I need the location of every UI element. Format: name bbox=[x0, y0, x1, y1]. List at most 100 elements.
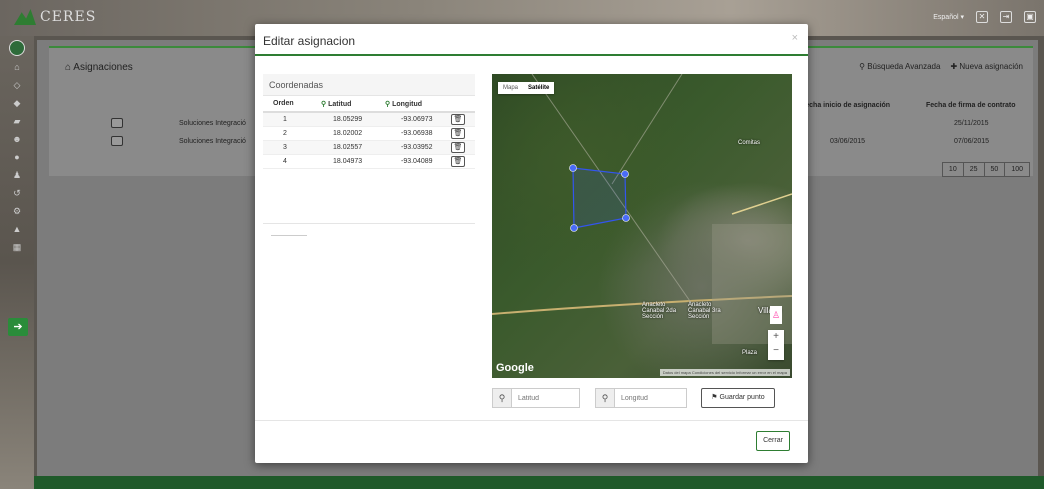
modal-title: Editar asignacion bbox=[263, 34, 356, 48]
map-place-label: Anacleto Canabal 2da Sección bbox=[642, 302, 677, 320]
trash-icon[interactable]: 🗑 bbox=[451, 142, 465, 153]
row-company: Soluciones Integració bbox=[179, 138, 246, 145]
latitude-input[interactable] bbox=[512, 388, 580, 408]
assignment-polygon[interactable] bbox=[572, 167, 627, 229]
row-edit-icon[interactable] bbox=[111, 136, 123, 146]
footer bbox=[34, 476, 1044, 489]
table-row: 1 18.05299 -93.06973 🗑 bbox=[263, 113, 475, 127]
home-icon[interactable]: ⌂ bbox=[7, 62, 27, 74]
page-size-option[interactable]: 100 bbox=[1004, 162, 1030, 177]
cell-longitude: -93.04089 bbox=[401, 158, 433, 165]
row-company: Soluciones Integració bbox=[179, 120, 246, 127]
user-avatar-icon[interactable] bbox=[9, 40, 25, 56]
longitude-input[interactable] bbox=[615, 388, 687, 408]
gears-icon[interactable]: ⚙ bbox=[7, 206, 27, 218]
row-sign-date: 07/06/2015 bbox=[954, 138, 990, 145]
top-right-toolbar: Español ▾ ✕ ⇥ ▣ bbox=[933, 11, 1036, 23]
arrow-right-circle-icon[interactable]: ➔ bbox=[8, 318, 28, 336]
page-actions: ⚲ Búsqueda Avanzada ✚ Nueva asignación bbox=[859, 62, 1023, 71]
modal-header: Editar asignacion × bbox=[255, 24, 808, 56]
urban-area bbox=[712, 224, 792, 344]
new-assignment-link[interactable]: ✚ Nueva asignación bbox=[950, 62, 1023, 71]
cell-latitude: 18.02002 bbox=[333, 130, 363, 137]
divider bbox=[271, 235, 307, 236]
map-attribution[interactable]: Datos del mapa Condiciones del servicio … bbox=[659, 369, 790, 376]
zoom-in-button[interactable]: + bbox=[768, 330, 784, 344]
google-logo: Google bbox=[496, 362, 534, 374]
logo-mountain-icon bbox=[14, 9, 36, 25]
warning-icon[interactable]: ▲ bbox=[7, 224, 27, 236]
row-start-date: 03/06/2015 bbox=[830, 138, 866, 145]
modal-footer: Cerrar bbox=[255, 420, 808, 463]
header-latitude: ⚲ Latitud bbox=[321, 101, 352, 108]
satellite-map[interactable]: Mapa Satélite Comitas Villahe Plaza Anac… bbox=[492, 74, 792, 378]
header-order: Orden bbox=[273, 100, 294, 107]
polygon-vertex[interactable] bbox=[622, 214, 630, 222]
zoom-out-button[interactable]: − bbox=[768, 344, 784, 358]
page-size-option[interactable]: 25 bbox=[962, 162, 985, 177]
longitude-input-group: ⚲ bbox=[595, 388, 687, 408]
zoom-control: + − bbox=[768, 330, 784, 360]
polygon-vertex[interactable] bbox=[621, 170, 629, 178]
column-header-sign-date[interactable]: Fecha de firma de contrato bbox=[926, 102, 1015, 109]
table-row: 3 18.02557 -93.03952 🗑 bbox=[263, 141, 475, 155]
trash-icon[interactable]: 🗑 bbox=[451, 114, 465, 125]
flag-icon: ⚑ bbox=[711, 394, 718, 401]
settings-icon[interactable]: ✕ bbox=[976, 11, 988, 23]
street-view-pegman-icon[interactable]: ♙ bbox=[770, 306, 782, 324]
close-button[interactable]: Cerrar bbox=[756, 431, 790, 451]
app-logo[interactable]: CERES bbox=[14, 9, 96, 25]
row-edit-icon[interactable] bbox=[111, 118, 123, 128]
map-place-label: Anacleto Canabal 3ra Sección bbox=[688, 302, 721, 320]
cell-latitude: 18.05299 bbox=[333, 116, 363, 123]
cell-latitude: 18.04973 bbox=[333, 158, 363, 165]
page-size-option[interactable]: 50 bbox=[983, 162, 1006, 177]
advanced-search-link[interactable]: ⚲ Búsqueda Avanzada bbox=[859, 62, 940, 71]
map-marker-icon: ⚲ bbox=[385, 101, 391, 108]
cell-latitude: 18.02557 bbox=[333, 144, 363, 151]
cell-order: 3 bbox=[283, 144, 287, 151]
page-size-option[interactable]: 10 bbox=[941, 162, 964, 177]
globe-icon[interactable]: ● bbox=[7, 152, 27, 164]
tag-icon[interactable]: ◆ bbox=[7, 98, 27, 110]
cell-order: 2 bbox=[283, 130, 287, 137]
map-tab-satellite[interactable]: Satélite bbox=[523, 82, 554, 94]
trash-icon[interactable]: 🗑 bbox=[451, 156, 465, 167]
map-type-tabs: Mapa Satélite bbox=[498, 82, 555, 94]
polygon-vertex[interactable] bbox=[569, 164, 577, 172]
column-header-start-date[interactable]: Fecha inicio de asignación bbox=[801, 102, 890, 109]
map-place-label: Comitas bbox=[738, 140, 761, 146]
fullscreen-icon[interactable]: ▣ bbox=[1024, 11, 1036, 23]
header-longitude: ⚲ Longitud bbox=[385, 101, 423, 108]
cell-order: 4 bbox=[283, 158, 287, 165]
edit-assignment-modal: Editar asignacion × Coordenadas Orden ⚲ … bbox=[255, 24, 808, 463]
map-marker-icon: ⚲ bbox=[321, 101, 327, 108]
close-icon[interactable]: × bbox=[792, 32, 798, 44]
coordinates-panel: Coordenadas Orden ⚲ Latitud ⚲ Longitud 1… bbox=[263, 74, 475, 236]
brand-name: CERES bbox=[40, 9, 97, 25]
history-icon[interactable]: ↺ bbox=[7, 188, 27, 200]
table-row: 2 18.02002 -93.06938 🗑 bbox=[263, 127, 475, 141]
cell-order: 1 bbox=[283, 116, 287, 123]
page-title: ⌂ Asignaciones bbox=[65, 62, 133, 73]
sidebar: ⌂ ◇ ◆ ▰ ☻ ● ♟ ↺ ⚙ ▲ ▦ ➔ bbox=[0, 36, 34, 489]
logout-icon[interactable]: ⇥ bbox=[1000, 11, 1012, 23]
user-icon[interactable]: ♟ bbox=[7, 170, 27, 182]
road-line bbox=[611, 74, 683, 185]
compass-icon[interactable]: ◇ bbox=[7, 80, 27, 92]
table-header-row: Orden ⚲ Latitud ⚲ Longitud bbox=[263, 97, 475, 113]
page-size-selector: 10 25 50 100 bbox=[941, 162, 1030, 177]
language-selector[interactable]: Español ▾ bbox=[933, 13, 964, 21]
book-icon[interactable]: ▰ bbox=[7, 116, 27, 128]
users-icon[interactable]: ☻ bbox=[7, 134, 27, 146]
polygon-vertex[interactable] bbox=[570, 224, 578, 232]
latitude-input-group: ⚲ bbox=[492, 388, 580, 408]
save-point-button[interactable]: ⚑ Guardar punto bbox=[701, 388, 775, 408]
trash-icon[interactable]: 🗑 bbox=[451, 128, 465, 139]
map-marker-icon: ⚲ bbox=[492, 388, 512, 408]
map-tab-map[interactable]: Mapa bbox=[498, 82, 523, 94]
cell-longitude: -93.03952 bbox=[401, 144, 433, 151]
coordinates-title: Coordenadas bbox=[263, 74, 475, 96]
calendar-icon[interactable]: ▦ bbox=[7, 242, 27, 254]
table-row: 4 18.04973 -93.04089 🗑 bbox=[263, 155, 475, 169]
